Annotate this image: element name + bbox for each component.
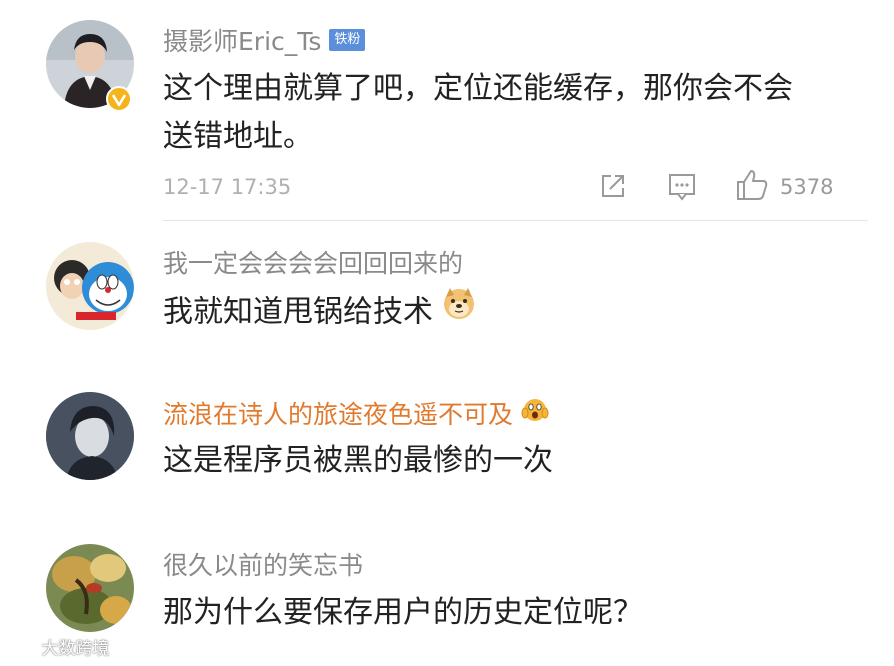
username[interactable]: 流浪在诗人的旅途夜色遥不可及 (163, 398, 549, 434)
comment-timestamp: 12-17 17:35 (163, 175, 292, 199)
comment-text: 这是程序员被黑的最惨的一次 (163, 443, 553, 478)
watermark-text: 大数跨境 (41, 639, 110, 659)
comment-text-content: 我就知道甩锅给技术 (163, 294, 433, 330)
cartoon-avatar-icon (46, 242, 134, 330)
comment-icon[interactable] (666, 170, 698, 202)
like-count: 5378 (780, 175, 834, 199)
comment-3: 流浪在诗人的旅途夜色遥不可及 这是程序员被黑的最惨的一次 (0, 372, 894, 522)
comment-1: 摄影师Eric_Ts 铁粉 这个理由就算了吧，定位还能缓存，那你会不会 送错地址。… (0, 0, 894, 222)
divider (163, 220, 868, 221)
watermark-logo-icon (10, 640, 33, 658)
comment-text: 那为什么要保存用户的历史定位呢？ (163, 595, 643, 630)
scared-face-emoji-icon (521, 395, 549, 431)
doge-emoji-icon (441, 285, 477, 335)
username[interactable]: 很久以前的笑忘书 (163, 550, 363, 582)
fan-badge: 铁粉 (329, 29, 366, 51)
avatar[interactable] (46, 544, 134, 632)
username-text[interactable]: 流浪在诗人的旅途夜色遥不可及 (163, 400, 513, 429)
watermark: 大数跨境 (10, 636, 109, 662)
comment-2: 我一定会会会会回回回来的 我就知道甩锅给技术 (0, 222, 894, 372)
comment-4: 很久以前的笑忘书 那为什么要保存用户的历史定位呢？ (0, 522, 894, 666)
comment-text-line2: 送错地址。 (163, 119, 313, 154)
username-text[interactable]: 摄影师Eric_Ts (163, 27, 321, 56)
comment-text: 我就知道甩锅给技术 (163, 288, 477, 338)
like-icon[interactable] (734, 167, 770, 203)
user-avatar-photo-icon (46, 544, 134, 632)
user-avatar-photo-icon (46, 392, 134, 480)
username[interactable]: 我一定会会会会回回回来的 (163, 248, 463, 280)
avatar[interactable] (46, 242, 134, 330)
share-icon[interactable] (597, 170, 629, 202)
verified-v-icon (106, 86, 132, 112)
comment-text: 这个理由就算了吧，定位还能缓存，那你会不会 (163, 71, 793, 106)
avatar[interactable] (46, 392, 134, 480)
username[interactable]: 摄影师Eric_Ts 铁粉 (163, 26, 366, 58)
